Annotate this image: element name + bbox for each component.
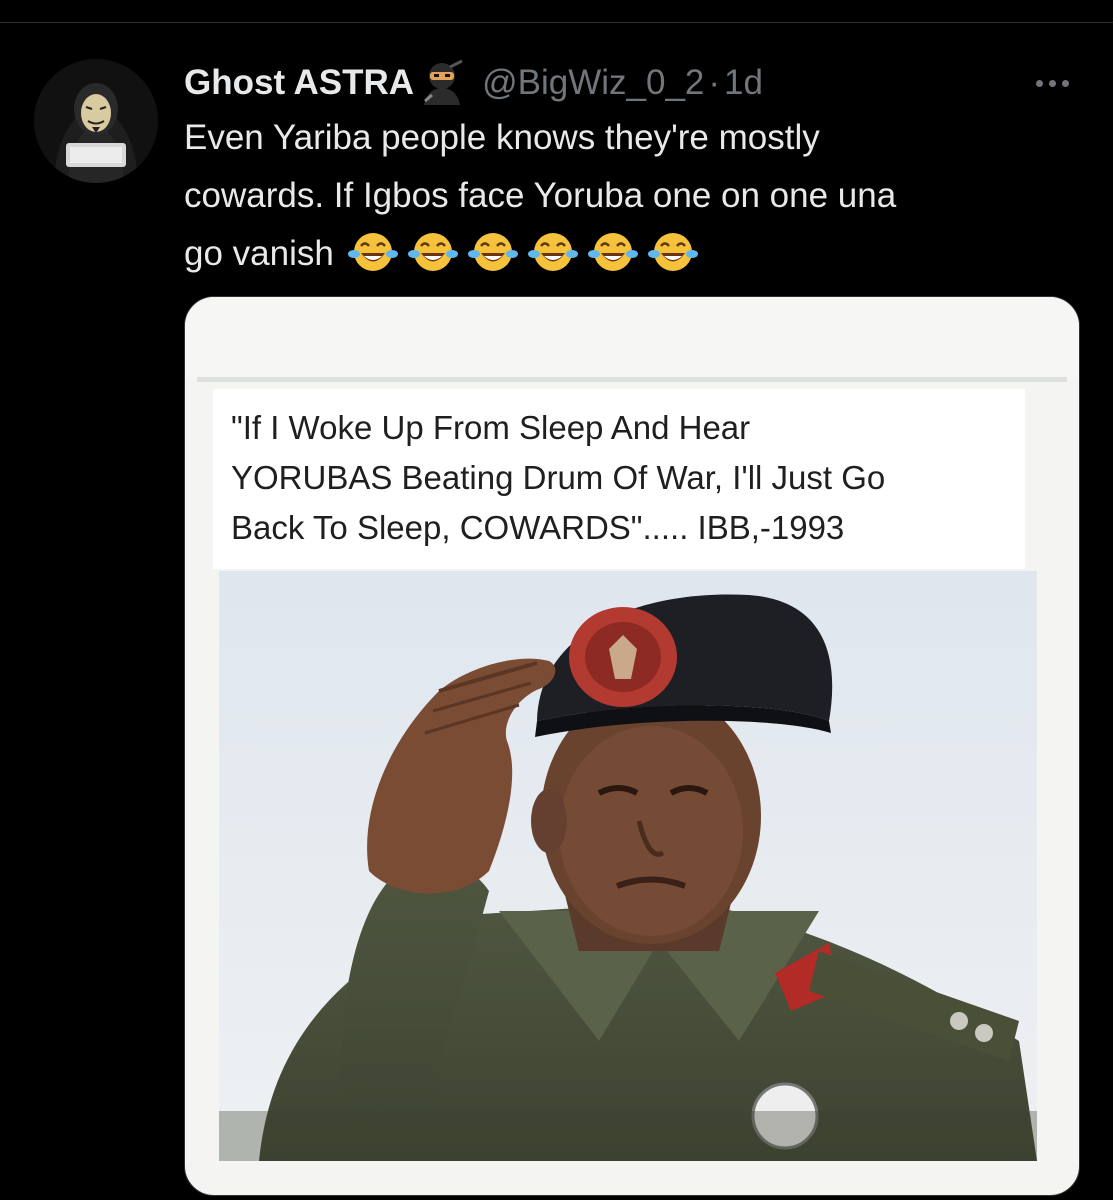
media-top-strip — [185, 297, 1079, 379]
avatar[interactable] — [34, 59, 158, 183]
more-options-button[interactable] — [1022, 61, 1082, 105]
saluting-officer-photo — [219, 571, 1037, 1161]
laughing-emoji-row — [347, 230, 698, 274]
separator-dot: · — [708, 63, 721, 102]
face-with-tears-of-joy-icon — [527, 233, 578, 271]
face-with-tears-of-joy-icon — [347, 233, 398, 271]
meme-caption: "If I Woke Up From Sleep And Hear YORUBA… — [231, 409, 886, 546]
meme-caption-box: "If I Woke Up From Sleep And Hear YORUBA… — [213, 389, 1025, 569]
tweet-media[interactable]: "If I Woke Up From Sleep And Hear YORUBA… — [184, 296, 1080, 1196]
author-handle[interactable]: @BigWiz_0_2 — [482, 63, 704, 103]
timestamp[interactable]: 1d — [724, 63, 763, 103]
more-horizontal-icon — [1035, 79, 1069, 87]
avatar-image — [34, 59, 158, 183]
tweet-text: Even Yariba people knows they're mostly … — [184, 109, 1084, 283]
meme-border — [197, 377, 1067, 382]
face-with-tears-of-joy-icon — [647, 233, 698, 271]
author-name[interactable]: Ghost ASTRA — [184, 63, 414, 103]
face-with-tears-of-joy-icon — [467, 233, 518, 271]
tweet[interactable]: Ghost ASTRA @BigWiz_0_2 · 1d Even Yariba… — [0, 23, 1113, 1200]
ninja-icon — [416, 59, 468, 107]
tweet-header: Ghost ASTRA @BigWiz_0_2 · 1d — [184, 59, 763, 107]
face-with-tears-of-joy-icon — [407, 233, 458, 271]
face-with-tears-of-joy-icon — [587, 233, 638, 271]
